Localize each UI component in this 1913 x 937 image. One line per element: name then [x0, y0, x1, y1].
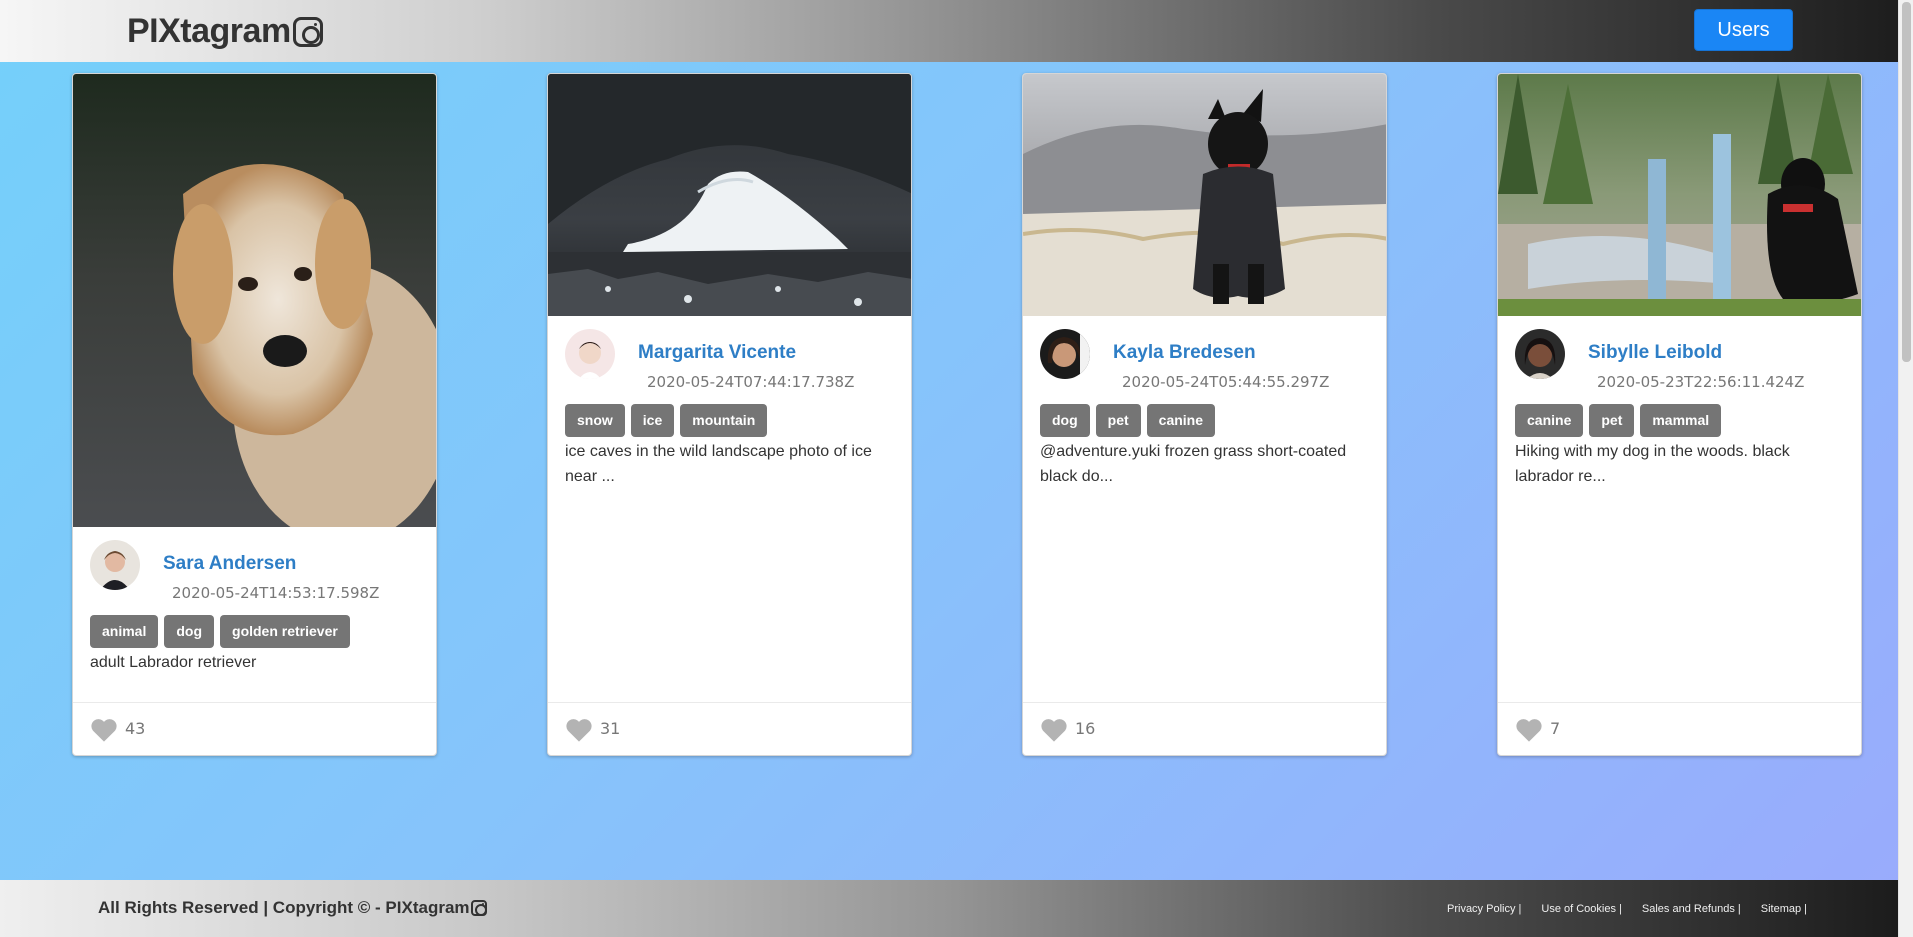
ice-cave-photo[interactable] [548, 74, 912, 316]
avatar-icon[interactable] [565, 329, 615, 379]
top-navbar: PIXtagram Users [0, 0, 1913, 62]
post-footer: 43 [73, 702, 436, 755]
tag-badge[interactable]: canine [1146, 404, 1216, 437]
post-footer: 31 [548, 702, 911, 755]
heart-icon[interactable] [1040, 717, 1068, 743]
post-card: Sara Andersen 2020-05-24T14:53:17.598Z a… [72, 73, 437, 756]
brand-name[interactable]: PIXtagram [127, 12, 291, 51]
tag-list: animal dog golden retriever [90, 615, 350, 648]
black-labrador-woods-photo[interactable] [1498, 74, 1862, 316]
black-dog-snow-photo[interactable] [1023, 74, 1387, 316]
sales-and-refunds-link[interactable]: Sales and Refunds | [1642, 903, 1741, 915]
post-description: ice caves in the wild landscape photo of… [565, 443, 872, 485]
post-card: Margarita Vicente 2020-05-24T07:44:17.73… [547, 73, 912, 756]
post-description: adult Labrador retriever [90, 654, 257, 671]
tag-badge[interactable]: canine [1515, 404, 1584, 437]
like-count: 16 [1075, 719, 1096, 738]
tag-list: dog pet canine [1040, 404, 1216, 437]
users-button[interactable]: Users [1694, 9, 1793, 51]
page-footer: All Rights Reserved | Copyright © - PIXt… [0, 880, 1898, 937]
copyright-notice: All Rights Reserved | Copyright © - PIXt… [98, 898, 487, 918]
instagram-icon [292, 16, 323, 47]
post-description: @adventure.yuki frozen grass short-coate… [1040, 443, 1347, 485]
scrollbar-thumb[interactable] [1902, 2, 1911, 362]
tag-badge[interactable]: golden retriever [220, 615, 350, 648]
avatar-icon[interactable] [1515, 329, 1565, 379]
heart-icon[interactable] [90, 717, 118, 743]
username-link[interactable]: Sara Andersen [163, 553, 296, 575]
tag-badge[interactable]: dog [1040, 404, 1090, 437]
tag-badge[interactable]: animal [90, 615, 159, 648]
instagram-icon [470, 900, 487, 916]
tag-badge[interactable]: pet [1589, 404, 1635, 437]
post-date: 2020-05-24T05:44:55.297Z [1122, 373, 1330, 391]
use-of-cookies-link[interactable]: Use of Cookies | [1541, 903, 1622, 915]
tag-badge[interactable]: snow [565, 404, 625, 437]
heart-icon[interactable] [1515, 717, 1543, 743]
post-footer: 16 [1023, 702, 1386, 755]
post-description: Hiking with my dog in the woods. black l… [1515, 443, 1790, 485]
tag-badge[interactable]: dog [164, 615, 215, 648]
avatar-icon[interactable] [90, 540, 140, 590]
copyright-text: All Rights Reserved | Copyright © - PIXt… [98, 898, 470, 917]
like-count: 31 [600, 719, 621, 738]
tag-badge[interactable]: mammal [1640, 404, 1722, 437]
post-card: Kayla Bredesen 2020-05-24T05:44:55.297Z … [1022, 73, 1387, 756]
post-card: Sibylle Leibold 2020-05-23T22:56:11.424Z… [1497, 73, 1862, 756]
post-date: 2020-05-23T22:56:11.424Z [1597, 373, 1805, 391]
post-date: 2020-05-24T14:53:17.598Z [172, 584, 380, 602]
tag-badge[interactable]: mountain [680, 404, 768, 437]
post-date: 2020-05-24T07:44:17.738Z [647, 373, 855, 391]
tag-badge[interactable]: pet [1095, 404, 1141, 437]
username-link[interactable]: Margarita Vicente [638, 342, 796, 364]
golden-retriever-photo[interactable] [73, 74, 437, 527]
tag-badge[interactable]: ice [630, 404, 675, 437]
tag-list: canine pet mammal [1515, 404, 1722, 437]
heart-icon[interactable] [565, 717, 593, 743]
vertical-scrollbar[interactable] [1898, 0, 1913, 937]
username-link[interactable]: Kayla Bredesen [1113, 342, 1256, 364]
footer-links: Privacy Policy | Use of Cookies | Sales … [1447, 903, 1827, 915]
privacy-policy-link[interactable]: Privacy Policy | [1447, 903, 1521, 915]
avatar-icon[interactable] [1040, 329, 1090, 379]
post-footer: 7 [1498, 702, 1861, 755]
username-link[interactable]: Sibylle Leibold [1588, 342, 1722, 364]
brand-logo[interactable]: PIXtagram [127, 12, 323, 51]
tag-list: snow ice mountain [565, 404, 768, 437]
sitemap-link[interactable]: Sitemap | [1761, 903, 1807, 915]
like-count: 7 [1550, 719, 1561, 738]
like-count: 43 [125, 719, 146, 738]
